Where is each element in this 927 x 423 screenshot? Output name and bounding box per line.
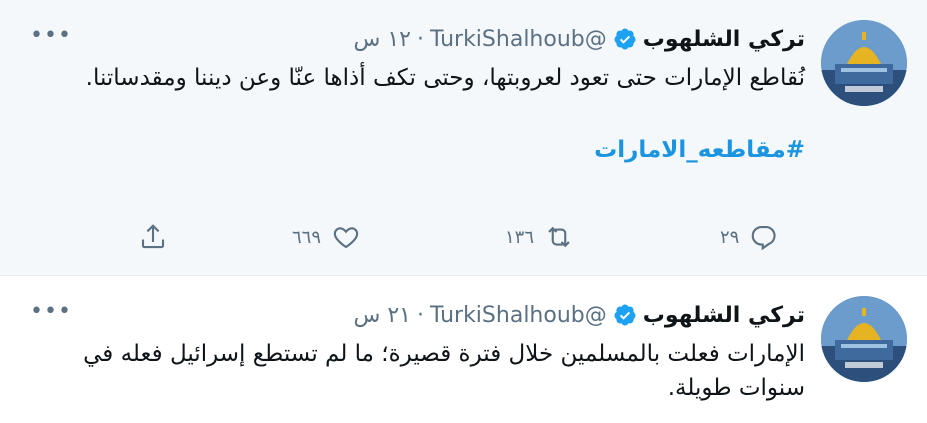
more-icon[interactable]: ••• bbox=[30, 301, 72, 323]
share-icon bbox=[141, 224, 165, 249]
tweet-timestamp[interactable]: ٢١ س bbox=[353, 303, 411, 328]
author-name[interactable]: تركي الشلهوب bbox=[643, 303, 805, 328]
author-handle[interactable]: @TurkiShalhoub bbox=[430, 303, 607, 328]
avatar[interactable] bbox=[821, 20, 907, 106]
tweet-timestamp[interactable]: ١٢ س bbox=[353, 27, 411, 52]
reply-button[interactable]: ٢٩ bbox=[720, 222, 779, 252]
share-button[interactable] bbox=[138, 222, 168, 252]
tweet[interactable]: تركي الشلهوب @TurkiShalhoub · ٢١ س ••• ا… bbox=[0, 276, 927, 423]
separator-dot: · bbox=[416, 26, 424, 52]
tweet-header: تركي الشلهوب @TurkiShalhoub · ١٢ س bbox=[30, 20, 805, 58]
author-handle[interactable]: @TurkiShalhoub bbox=[430, 27, 607, 52]
avatar[interactable] bbox=[821, 296, 907, 382]
verified-badge-icon bbox=[614, 28, 636, 50]
reply-count: ٢٩ bbox=[720, 226, 740, 248]
heart-icon bbox=[333, 227, 359, 249]
reply-icon bbox=[752, 225, 776, 251]
author-name[interactable]: تركي الشلهوب bbox=[643, 27, 805, 52]
retweet-icon bbox=[548, 226, 570, 248]
retweet-count: ١٣٦ bbox=[505, 226, 535, 248]
tweet-actions: ٢٩ ١٣٦ ٦٦٩ bbox=[0, 222, 805, 254]
separator-dot: · bbox=[416, 302, 424, 328]
tweet[interactable]: تركي الشلهوب @TurkiShalhoub · ١٢ س ••• ن… bbox=[0, 0, 927, 276]
verified-badge-icon bbox=[614, 304, 636, 326]
avatar-image bbox=[821, 20, 907, 106]
more-icon[interactable]: ••• bbox=[30, 25, 72, 47]
like-button[interactable]: ٦٦٩ bbox=[292, 222, 361, 252]
tweet-header: تركي الشلهوب @TurkiShalhoub · ٢١ س bbox=[30, 296, 805, 334]
hashtag-link[interactable]: #مقاطعه_الامارات bbox=[30, 135, 805, 165]
like-count: ٦٦٩ bbox=[292, 226, 322, 248]
timeline: تركي الشلهوب @TurkiShalhoub · ١٢ س ••• ن… bbox=[0, 0, 927, 423]
retweet-button[interactable]: ١٣٦ bbox=[505, 222, 574, 252]
tweet-text: الإمارات فعلت بالمسلمين خلال فترة قصيرة؛… bbox=[83, 341, 805, 401]
tweet-text: نُقاطع الإمارات حتى تعود لعروبتها، وحتى … bbox=[85, 65, 805, 91]
avatar-image bbox=[821, 296, 907, 382]
